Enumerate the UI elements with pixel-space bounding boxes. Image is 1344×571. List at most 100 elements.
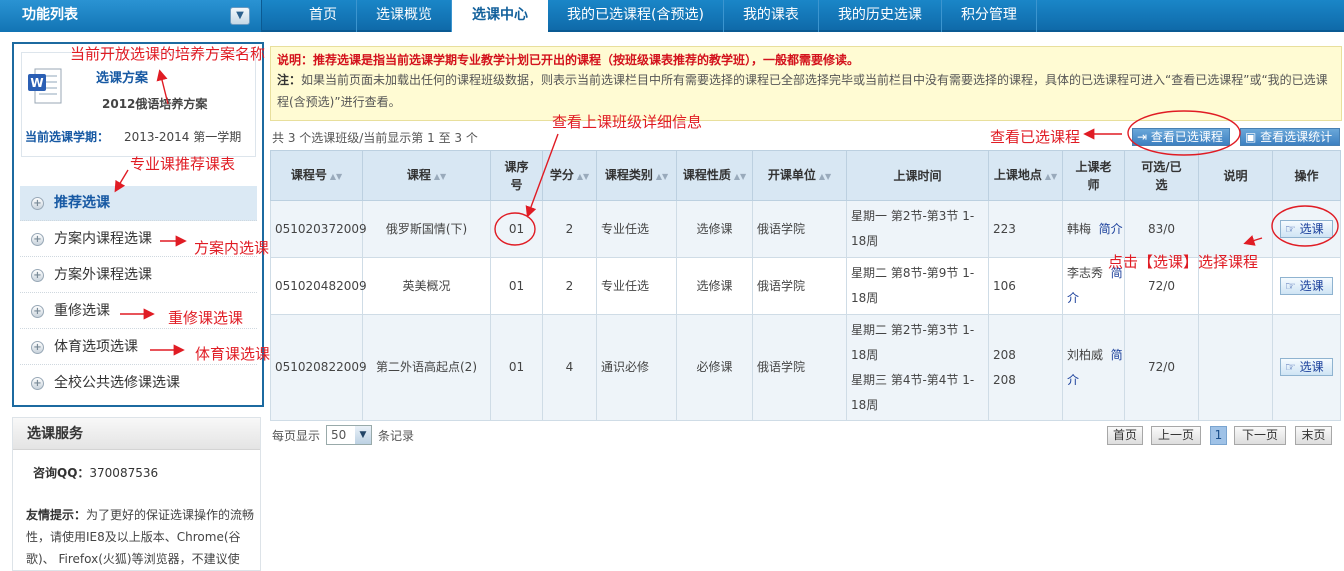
collapse-menu-icon[interactable]: ▼: [230, 7, 250, 25]
notice-title: 说明：推荐选课是指当前选课学期专业教学计划已开出的课程（按班级课表推荐的教学班）…: [277, 53, 860, 67]
select-course-button[interactable]: ☞ 选课: [1280, 358, 1333, 376]
cell-credit: 2: [542, 200, 597, 258]
view-stats-label: 查看选课统计: [1260, 130, 1333, 144]
annotation-retake: 重修课选课: [168, 309, 244, 327]
cell-course-name[interactable]: 第二外语高起点(2): [362, 314, 491, 421]
view-selected-button[interactable]: ⇥ 查看已选课程: [1132, 128, 1230, 146]
course-table: 课程号 ▲▼ 课程 ▲▼ 课序号 学分 ▲▼ 课程类别 ▲▼ 课程性质 ▲▼ 开课单位 ▲▼…: [270, 150, 1341, 421]
sidebar-item-recommended[interactable]: + 推荐选课: [20, 186, 257, 221]
col-header[interactable]: 课程号 ▲▼: [270, 150, 363, 201]
select-course-button[interactable]: ☞ 选课: [1280, 219, 1333, 238]
col-header: 说明: [1198, 150, 1273, 201]
table-row: 051020372009 俄罗斯国情(下) 01 2 专业任选 选修课 俄语学院…: [270, 200, 1341, 258]
col-header[interactable]: 上课地点 ▲▼: [988, 150, 1063, 201]
word-document-icon: W: [28, 68, 62, 104]
plus-circle-icon: +: [31, 233, 44, 246]
col-header[interactable]: 课程 ▲▼: [362, 150, 491, 201]
teacher-intro-link[interactable]: 简介: [1099, 222, 1123, 236]
notice-body-label: 注：: [277, 73, 302, 87]
cell-seq-link[interactable]: 01: [490, 257, 543, 315]
scheme-link[interactable]: 选课方案: [96, 67, 148, 86]
page-size-select[interactable]: 50 ▼: [326, 425, 373, 445]
annotation-detail: 查看上课班级详细信息: [552, 113, 703, 131]
cell-action: ☞ 选课: [1272, 314, 1341, 421]
cell-unit: 俄语学院: [752, 314, 847, 421]
tab-points[interactable]: 积分管理: [942, 0, 1037, 32]
service-title: 选课服务: [13, 418, 260, 450]
current-page[interactable]: 1: [1210, 426, 1227, 445]
cell-action: ☞ 选课: [1272, 200, 1341, 258]
page-size-control: 每页显示 50 ▼ 条记录: [272, 425, 414, 445]
annotation-selected: 查看已选课程: [990, 128, 1081, 146]
sidebar-item-out-plan[interactable]: + 方案外课程选课: [20, 258, 257, 293]
menu-title-text: 功能列表: [22, 7, 78, 23]
tab-home[interactable]: 首页: [290, 0, 357, 32]
per-page-label: 每页显示: [272, 428, 321, 443]
cell-nature: 选修课: [676, 200, 753, 258]
scheme-card: W 选课方案 2012俄语培养方案 当前选课学期： 2013-2014 第一学期: [21, 52, 256, 157]
annotation-pe: 体育课选课: [195, 345, 271, 363]
view-stats-button[interactable]: ▣ 查看选课统计: [1240, 128, 1340, 146]
cell-nature: 必修课: [676, 314, 753, 421]
cell-credit: 2: [542, 257, 597, 315]
tab-my-selected[interactable]: 我的已选课程(含预选): [548, 0, 724, 32]
cell-seq-link[interactable]: 01: [490, 314, 543, 421]
cell-course-name[interactable]: 英美概况: [362, 257, 491, 315]
prev-page-button[interactable]: 上一页: [1151, 426, 1201, 445]
arrow-right-icon: ⇥: [1137, 130, 1151, 144]
select-course-button[interactable]: ☞ 选课: [1280, 276, 1333, 295]
notice-box: 说明：推荐选课是指当前选课学期专业教学计划已开出的课程（按班级课表推荐的教学班）…: [270, 46, 1342, 121]
cell-availability: 83/0: [1124, 200, 1199, 258]
sidebar-item-label: 方案内课程选课: [54, 231, 152, 247]
cell-course-name[interactable]: 俄罗斯国情(下): [362, 200, 491, 258]
plus-circle-icon: +: [31, 197, 44, 210]
cell-time: 星期二 第8节-第9节 1-18周: [846, 257, 989, 315]
first-page-button[interactable]: 首页: [1107, 426, 1143, 445]
col-header[interactable]: 课序号: [490, 150, 543, 201]
col-header: 操作: [1272, 150, 1341, 201]
tab-my-timetable[interactable]: 我的课表: [724, 0, 819, 32]
next-page-button[interactable]: 下一页: [1234, 426, 1286, 445]
tab-history[interactable]: 我的历史选课: [819, 0, 942, 32]
cell-category: 专业任选: [596, 200, 677, 258]
cell-teacher: 韩梅 简介: [1062, 200, 1125, 258]
cell-note: [1198, 200, 1273, 258]
col-header[interactable]: 开课单位 ▲▼: [752, 150, 847, 201]
svg-text:W: W: [30, 76, 43, 90]
sidebar-item-public-elective[interactable]: + 全校公共选修课选课: [20, 366, 257, 401]
sidebar-item-label: 重修选课: [54, 303, 110, 319]
last-page-button[interactable]: 末页: [1295, 426, 1332, 445]
cell-time: 星期二 第2节-第3节 1-18周 星期三 第4节-第4节 1-18周: [846, 314, 989, 421]
cell-teacher: 刘柏威 简介: [1062, 314, 1125, 421]
tab-course-center[interactable]: 选课中心: [452, 0, 548, 34]
plus-circle-icon: +: [31, 269, 44, 282]
col-header[interactable]: 课程类别 ▲▼: [596, 150, 677, 201]
plus-circle-icon: +: [31, 305, 44, 318]
plus-circle-icon: +: [31, 341, 44, 354]
cell-credit: 4: [542, 314, 597, 421]
col-header[interactable]: 学分 ▲▼: [542, 150, 597, 201]
col-header[interactable]: 课程性质 ▲▼: [676, 150, 753, 201]
table-row: 051020822009 第二外语高起点(2) 01 4 通识必修 必修课 俄语…: [270, 314, 1341, 421]
tip-text: 友情提示：为了更好的保证选课操作的流畅性，请使用IE8及以上版本、Chrome(…: [26, 504, 256, 570]
scheme-name: 2012俄语培养方案: [102, 97, 208, 111]
tip-label: 友情提示：: [26, 508, 87, 522]
select-icon: ☞: [1285, 360, 1300, 374]
notice-body-text: 如果当前页面未加载出任何的课程班级数据，则表示当前选课栏目中所有需要选择的课程已…: [277, 73, 1328, 109]
cell-code: 051020372009: [270, 200, 367, 258]
qq-line: 咨询QQ：370087536: [33, 464, 158, 481]
qq-value: 370087536: [89, 466, 159, 480]
sidebar-item-label: 全校公共选修课选课: [54, 375, 180, 391]
cell-place: 208 208: [988, 314, 1063, 421]
cell-seq-link[interactable]: 01: [490, 200, 543, 258]
sidebar-item-label: 推荐选课: [54, 195, 110, 211]
cell-place: 106: [988, 257, 1063, 315]
annotation-in-plan: 方案内选课: [194, 239, 270, 257]
stats-icon: ▣: [1245, 130, 1261, 144]
tab-overview[interactable]: 选课概览: [357, 0, 452, 32]
cell-unit: 俄语学院: [752, 200, 847, 258]
view-selected-label: 查看已选课程: [1150, 130, 1223, 144]
notice-body: 注：如果当前页面未加载出任何的课程班级数据，则表示当前选课栏目中所有需要选择的课…: [277, 69, 1335, 113]
records-label: 条记录: [378, 428, 415, 443]
service-panel: 选课服务 咨询QQ：370087536 友情提示：为了更好的保证选课操作的流畅性…: [12, 417, 261, 571]
